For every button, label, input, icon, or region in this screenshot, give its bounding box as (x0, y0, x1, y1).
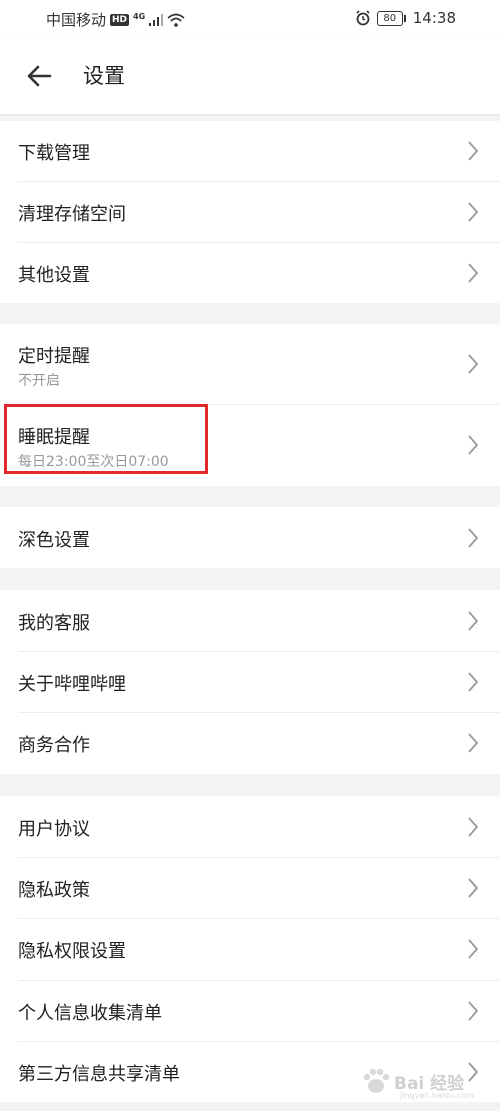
back-button[interactable] (22, 58, 58, 94)
row-label: 商务合作 (18, 735, 90, 756)
row-label: 隐私政策 (18, 880, 90, 901)
chevron-right-icon (468, 878, 479, 898)
row-label: 其他设置 (18, 265, 90, 286)
chevron-right-icon (468, 939, 479, 959)
paw-icon (363, 1068, 390, 1093)
alarm-icon (356, 10, 370, 26)
chevron-right-icon (468, 611, 479, 631)
watermark: Bai 经验 jingyan.baidu.com (360, 1063, 474, 1103)
row-label: 个人信息收集清单 (18, 1003, 162, 1024)
row-label: 清理存储空间 (18, 204, 126, 225)
settings-row-other[interactable]: 其他设置 (0, 243, 500, 303)
signal-icon (149, 13, 164, 26)
settings-row-agreement[interactable]: 用户协议 (0, 796, 500, 857)
chevron-right-icon (468, 1001, 479, 1021)
chevron-right-icon (468, 817, 479, 837)
settings-row-download[interactable]: 下载管理 (0, 121, 500, 181)
row-label: 下载管理 (18, 143, 90, 164)
row-label: 关于哔哩哔哩 (18, 674, 126, 695)
battery-indicator: 80 (376, 10, 406, 26)
chevron-right-icon (468, 733, 479, 753)
settings-row-service[interactable]: 我的客服 (0, 590, 500, 651)
chevron-right-icon (468, 141, 479, 161)
row-label: 深色设置 (18, 530, 90, 551)
row-label: 隐私权限设置 (18, 941, 126, 962)
row-label: 定时提醒 (18, 346, 90, 367)
settings-row-business[interactable]: 商务合作 (0, 713, 500, 774)
watermark-sub: jingyan.baidu.com (400, 1091, 474, 1100)
status-left: 中国移动 HD 4G (46, 9, 185, 30)
hd-badge: HD (110, 13, 130, 26)
wifi-icon (167, 13, 185, 27)
section-general: 下载管理 清理存储空间 其他设置 (0, 121, 500, 303)
carrier-label: 中国移动 (46, 11, 107, 29)
row-sublabel: 不开启 (18, 373, 60, 389)
app-header: 设置 (0, 38, 500, 114)
chevron-right-icon (468, 202, 479, 222)
chevron-right-icon (468, 435, 479, 455)
row-label: 用户协议 (18, 819, 90, 840)
page-title: 设置 (83, 64, 125, 88)
settings-row-dark[interactable]: 深色设置 (0, 507, 500, 568)
clock: 14:38 (412, 9, 456, 27)
settings-row-personal-info[interactable]: 个人信息收集清单 (0, 981, 500, 1041)
settings-row-about[interactable]: 关于哔哩哔哩 (0, 652, 500, 712)
highlight-box (4, 404, 208, 474)
settings-row-storage[interactable]: 清理存储空间 (0, 182, 500, 242)
chevron-right-icon (468, 672, 479, 692)
row-label: 第三方信息共享清单 (18, 1064, 180, 1085)
row-label: 我的客服 (18, 613, 90, 634)
chevron-right-icon (468, 354, 479, 374)
section-legal: 用户协议 隐私政策 隐私权限设置 个人信息收集清单 第三方信息共享清单 (0, 796, 500, 1102)
settings-row-permissions[interactable]: 隐私权限设置 (0, 919, 500, 980)
section-appearance: 深色设置 (0, 507, 500, 568)
chevron-right-icon (468, 263, 479, 283)
section-about: 我的客服 关于哔哩哔哩 商务合作 (0, 590, 500, 774)
settings-row-privacy[interactable]: 隐私政策 (0, 858, 500, 918)
settings-row-timer[interactable]: 定时提醒 不开启 (0, 324, 500, 404)
status-bar: 中国移动 HD 4G 80 14:38 (0, 0, 500, 38)
chevron-right-icon (468, 528, 479, 548)
network-type: 4G (133, 11, 146, 21)
arrow-left-icon (27, 65, 52, 87)
status-right: 80 14:38 (355, 9, 456, 27)
